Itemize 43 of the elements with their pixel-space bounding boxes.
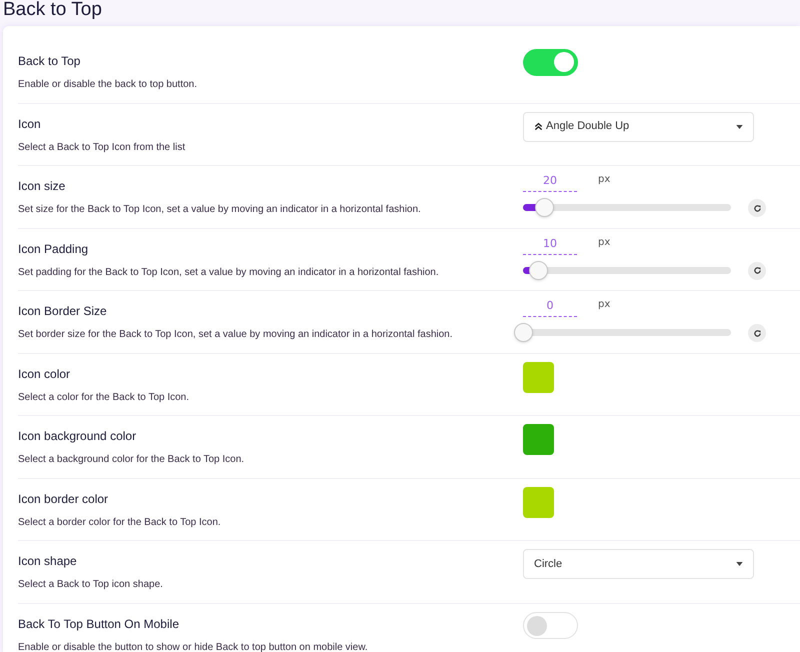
- caret-icon: [736, 124, 743, 128]
- value-field[interactable]: 20: [523, 174, 577, 192]
- setting-description: Set border size for the Back to Top Icon, set a value by moving an indicator in a horizontal fashion.: [18, 329, 454, 341]
- setting-description: Set padding for the Back to Top Icon, set a value by moving an indicator in a horizontal fashion.: [18, 266, 440, 278]
- setting-label: Back to Top: [18, 54, 82, 69]
- color-swatch[interactable]: [523, 486, 554, 518]
- toggle-switch[interactable]: [523, 612, 578, 638]
- setting-label: Icon size: [18, 179, 66, 194]
- dropdown[interactable]: Circle: [523, 549, 754, 579]
- unit-label: px: [598, 299, 610, 311]
- setting-label: Back To Top Button On Mobile: [18, 616, 180, 632]
- reset-button[interactable]: [748, 324, 766, 342]
- value-field[interactable]: 10: [523, 236, 577, 254]
- setting-label: Icon: [18, 116, 42, 132]
- setting-description: Select a background color for the Back to Top Icon.: [18, 454, 246, 466]
- setting-description: Enable or disable the button to show or hide Back to top button on mobile view.: [18, 642, 369, 652]
- unit-label: px: [598, 174, 610, 186]
- setting-label: Icon shape: [18, 554, 78, 569]
- setting-description: Enable or disable the back to top button.: [18, 79, 198, 91]
- setting-label: Icon Padding: [18, 242, 90, 256]
- value-field[interactable]: 0: [523, 299, 577, 317]
- setting-label: Icon border color: [18, 492, 110, 506]
- setting-description: Select a Back to Top Icon from the list: [18, 142, 186, 154]
- double-chevron-up-icon: [534, 122, 543, 131]
- setting-label: Icon color: [18, 366, 72, 382]
- color-swatch[interactable]: [523, 362, 554, 392]
- color-swatch[interactable]: [523, 424, 554, 455]
- dropdown[interactable]: Angle Double Up: [523, 112, 754, 142]
- reset-button[interactable]: [748, 262, 766, 280]
- page-title: Back to Top: [2, 0, 103, 22]
- toggle-switch[interactable]: [523, 49, 578, 76]
- reset-icon: [752, 204, 762, 212]
- setting-description: Set size for the Back to Top Icon, set a value by moving an indicator in a horizontal fashion.: [18, 204, 422, 216]
- caret-icon: [736, 562, 743, 566]
- unit-label: px: [598, 236, 610, 248]
- setting-label: Icon Border Size: [18, 304, 108, 319]
- setting-description: Select a Back to Top icon shape.: [18, 579, 164, 591]
- setting-label: Icon background color: [18, 429, 138, 444]
- reset-button[interactable]: [748, 199, 766, 217]
- reset-icon: [752, 266, 762, 275]
- reset-icon: [752, 328, 762, 338]
- setting-description: Select a color for the Back to Top Icon.: [18, 392, 190, 404]
- setting-description: Select a border color for the Back to Top Icon.: [18, 516, 222, 528]
